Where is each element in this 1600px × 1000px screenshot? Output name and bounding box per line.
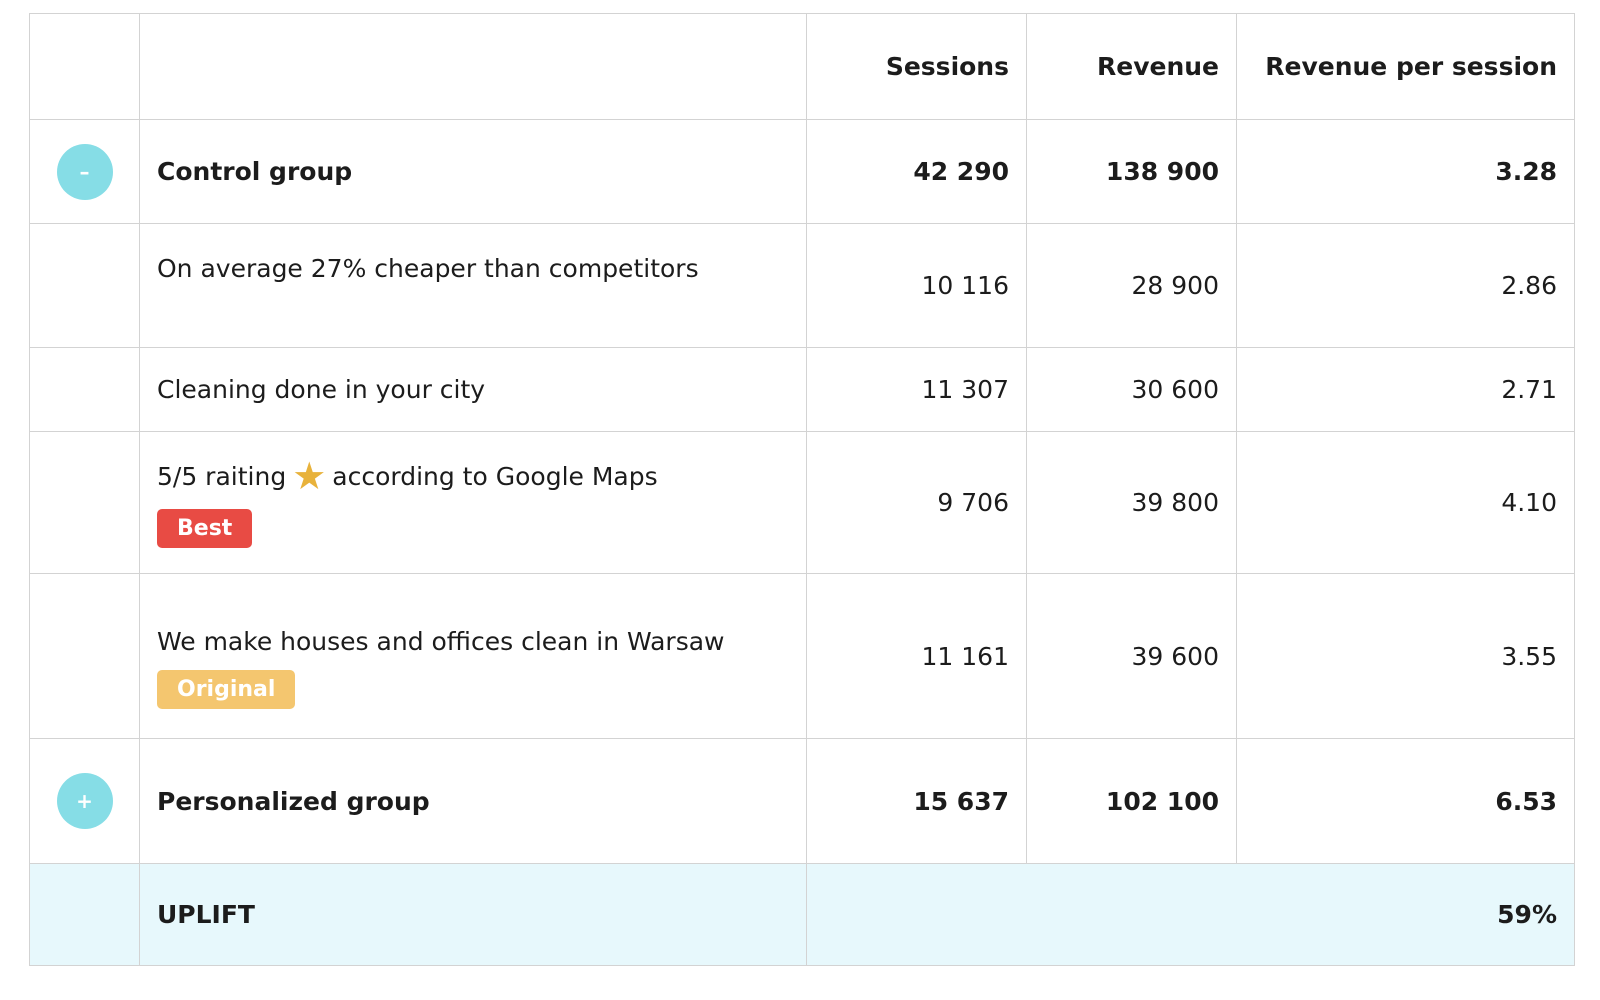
empty-toggle-cell <box>30 864 140 965</box>
control-group-row: – Control group 42 290 138 900 3.28 <box>30 120 1574 224</box>
variant-sessions: 10 116 <box>807 224 1027 347</box>
empty-toggle-cell <box>30 432 140 573</box>
variant-rps: 2.71 <box>1501 375 1557 404</box>
variant-cell: We make houses and offices clean in Wars… <box>140 574 807 738</box>
control-group-revenue: 138 900 <box>1027 120 1237 223</box>
plus-icon: + <box>76 789 93 813</box>
variant-label: On average 27% cheaper than competitors <box>157 254 699 283</box>
personalized-toggle-cell: + <box>30 739 140 863</box>
table-header-row: Sessions Revenue Revenue per session <box>30 14 1574 120</box>
table-row: We make houses and offices clean in Wars… <box>30 574 1574 739</box>
header-sessions: Sessions <box>807 14 1027 119</box>
table-row: 5/5 raiting ★ according to Google Maps B… <box>30 432 1574 574</box>
variant-label-start: 5/5 raiting <box>157 461 287 491</box>
variant-label: Cleaning done in your city <box>140 348 807 431</box>
header-toggle-column <box>30 14 140 119</box>
header-revenue: Revenue <box>1027 14 1237 119</box>
personalized-group-rps: 6.53 <box>1495 786 1557 816</box>
variant-rps: 4.10 <box>1501 488 1557 517</box>
variant-label: 5/5 raiting ★ according to Google Maps <box>157 457 658 495</box>
header-variant-column <box>140 14 807 119</box>
personalized-group-row: + Personalized group 15 637 102 100 6.53 <box>30 739 1574 864</box>
control-toggle-cell: – <box>30 120 140 223</box>
variant-revenue: 30 600 <box>1027 348 1237 431</box>
variant-rps: 2.86 <box>1501 271 1557 300</box>
variant-cell: On average 27% cheaper than competitors <box>140 224 807 347</box>
personalized-group-label: Personalized group <box>140 739 807 863</box>
original-badge: Original <box>157 670 296 709</box>
control-group-label: Control group <box>140 120 807 223</box>
variant-label: We make houses and offices clean in Wars… <box>157 627 725 656</box>
variant-revenue: 39 800 <box>1027 432 1237 573</box>
header-revenue-per-session: Revenue per session <box>1265 52 1557 81</box>
personalized-group-revenue: 102 100 <box>1027 739 1237 863</box>
variant-cell: 5/5 raiting ★ according to Google Maps B… <box>140 432 807 573</box>
variant-label-end: according to Google Maps <box>332 461 658 491</box>
best-badge: Best <box>157 509 253 548</box>
star-icon: ★ <box>292 454 327 498</box>
control-group-sessions: 42 290 <box>807 120 1027 223</box>
empty-toggle-cell <box>30 574 140 738</box>
variant-revenue: 39 600 <box>1027 574 1237 738</box>
minus-icon: – <box>79 159 90 184</box>
uplift-label: UPLIFT <box>140 864 807 965</box>
control-group-rps: 3.28 <box>1495 157 1557 186</box>
variant-revenue: 28 900 <box>1027 224 1237 347</box>
uplift-row: UPLIFT 59% <box>30 864 1574 965</box>
empty-toggle-cell <box>30 224 140 347</box>
table-row: On average 27% cheaper than competitors … <box>30 224 1574 348</box>
variant-sessions: 11 161 <box>807 574 1027 738</box>
personalized-group-sessions: 15 637 <box>807 739 1027 863</box>
table-row: Cleaning done in your city 11 307 30 600… <box>30 348 1574 432</box>
empty-toggle-cell <box>30 348 140 431</box>
variant-rps: 3.55 <box>1501 641 1557 671</box>
results-table: Sessions Revenue Revenue per session – C… <box>29 13 1575 966</box>
uplift-value: 59% <box>1497 900 1557 929</box>
variant-sessions: 9 706 <box>807 432 1027 573</box>
expand-button[interactable]: + <box>56 773 113 829</box>
collapse-button[interactable]: – <box>56 143 113 200</box>
variant-sessions: 11 307 <box>807 348 1027 431</box>
